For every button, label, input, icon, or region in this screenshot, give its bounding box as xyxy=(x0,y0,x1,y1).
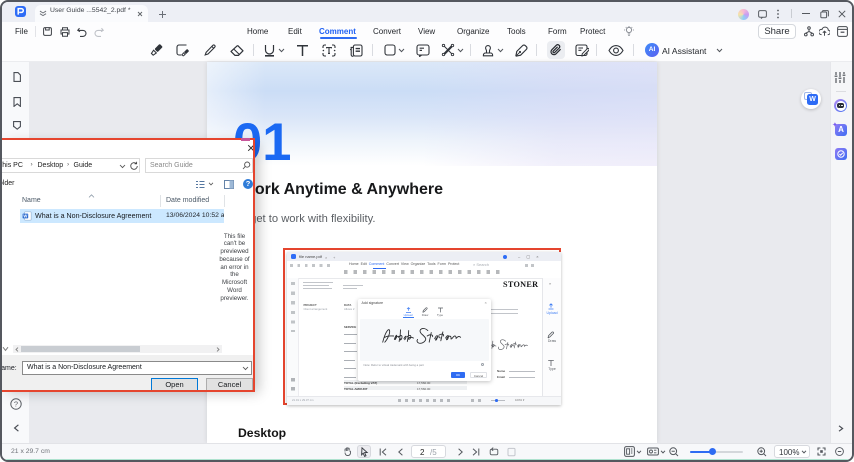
svg-text:?: ? xyxy=(14,400,18,409)
